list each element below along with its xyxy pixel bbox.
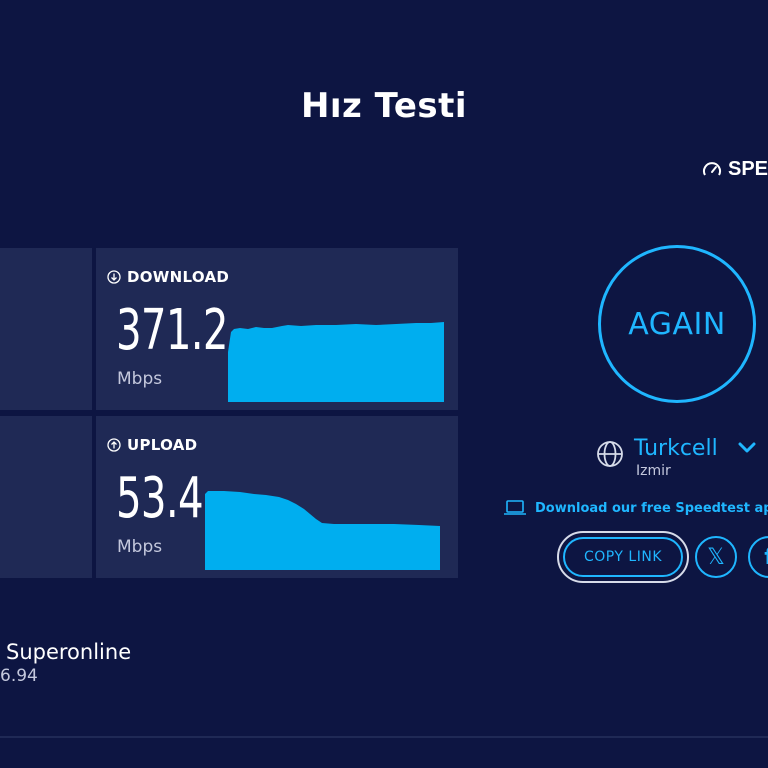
download-unit: Mbps: [117, 369, 163, 389]
server-ip: 6.94: [0, 666, 38, 686]
jitter-panel: [0, 416, 92, 578]
x-logo-icon[interactable]: 𝕏: [695, 536, 737, 578]
arrow-down-circle-icon: [107, 270, 121, 284]
upload-unit: Mbps: [117, 537, 163, 557]
isp-name: Turkcell: [634, 436, 718, 461]
download-value: 371.2: [116, 298, 229, 363]
upload-label: UPLOAD: [127, 436, 198, 454]
download-panel: DOWNLOAD 371.2 Mbps: [96, 248, 458, 410]
brand-label: SPE: [728, 158, 768, 180]
download-label: DOWNLOAD: [127, 268, 230, 286]
speedtest-brand[interactable]: SPE: [702, 158, 768, 181]
app-download-link[interactable]: Download our free Speedtest app: [503, 500, 768, 516]
copy-link-button[interactable]: COPY LINK: [557, 531, 689, 583]
facebook-icon[interactable]: f: [748, 536, 768, 578]
chevron-down-icon[interactable]: [738, 441, 756, 455]
ping-panel: [0, 248, 92, 410]
server-provider: Superonline: [6, 640, 132, 664]
copy-link-label: COPY LINK: [563, 537, 683, 577]
laptop-icon: [504, 500, 526, 515]
upload-graph: [205, 491, 440, 570]
speedometer-icon: [703, 161, 721, 175]
divider: [0, 736, 768, 738]
globe-icon: [597, 441, 623, 467]
upload-value: 53.4: [116, 466, 204, 531]
app-download-text: Download our free Speedtest app: [535, 500, 768, 516]
download-graph: [228, 322, 444, 402]
isp-location: Izmir: [636, 463, 671, 479]
page-title: Hız Testi: [300, 86, 468, 126]
upload-panel: UPLOAD 53.4 Mbps: [96, 416, 458, 578]
arrow-up-circle-icon: [107, 438, 121, 452]
again-button[interactable]: AGAIN: [598, 245, 756, 403]
